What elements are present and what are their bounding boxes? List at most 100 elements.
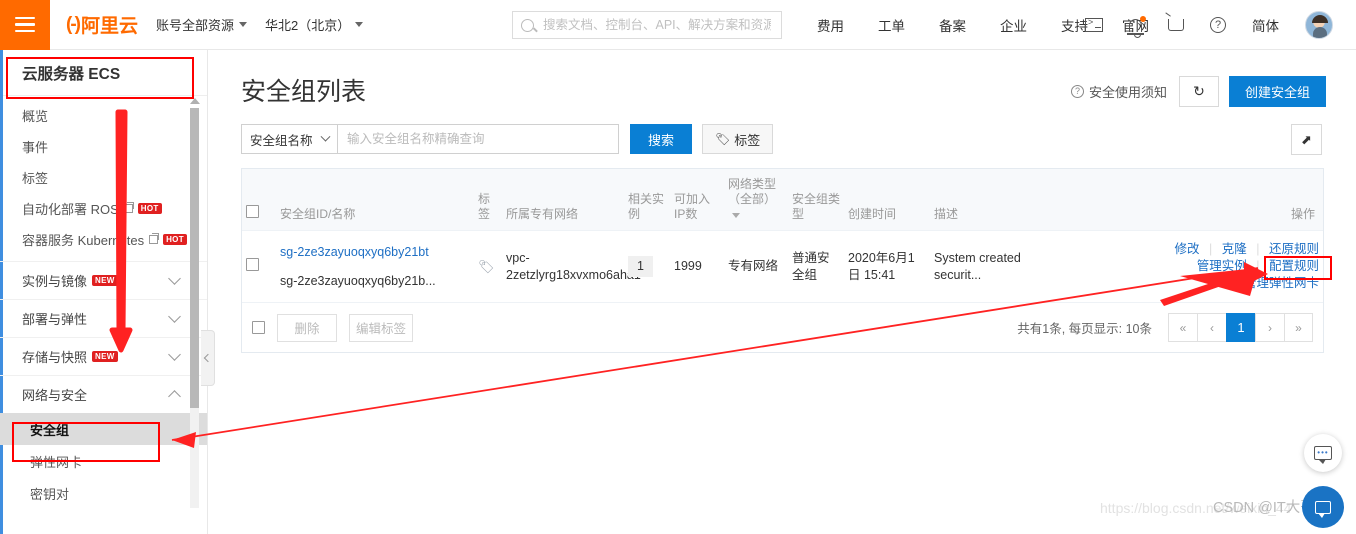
sidebar-group-network-security[interactable]: 网络与安全 [0,375,207,413]
hamburger-menu-icon[interactable] [0,0,50,50]
scroll-up-arrow-icon[interactable] [190,98,200,104]
action-manage-instances[interactable]: 管理实例 [1197,259,1247,273]
security-group-table: 安全组ID/名称 标签 所属专有网络 相关实例 可加入IP数 网络类型（全部） … [242,169,1323,302]
security-usage-hint-link[interactable]: ? 安全使用须知 [1070,82,1167,101]
sidebar-item-security-group[interactable]: 安全组 [0,413,207,445]
left-sidebar: 云服务器 ECS 概览 事件 标签 自动化部署 ROS HOT 容器服务 Kub… [0,50,208,534]
select-all-header [242,169,276,231]
action-restore-rules[interactable]: 还原规则 [1269,242,1319,256]
total-count-text: 共有1条, 每页显示: 10条 [1017,322,1152,336]
sidebar-item-tags[interactable]: 标签 [0,162,207,193]
page-prev-button[interactable]: ‹ [1197,313,1226,342]
cell-tag: 🏷 [474,231,502,303]
sidebar-item-label: 弹性网卡 [30,454,83,470]
row-checkbox[interactable] [246,257,259,271]
cell-description: System created securit... [934,250,1021,282]
sidebar-item-keypair[interactable]: 密钥对 [0,477,207,509]
sidebar-item-label: 安全组 [30,422,70,438]
sg-id-link[interactable]: sg-2ze3zayuoqxyq6by21bt [280,244,470,261]
col-ip-count: 可加入IP数 [670,169,724,231]
col-network-type-label: 网络类型（全部） [728,177,777,206]
cell-sg-id-name: sg-2ze3zayuoqxyq6by21bt sg-2ze3zayuoqxyq… [276,231,474,303]
tag-filter-button[interactable]: 🏷 标签 [702,124,774,154]
sidebar-scrollbar[interactable] [190,98,200,518]
refresh-button[interactable]: ↻ [1178,76,1219,107]
edit-tag-button[interactable]: 编辑标签 [349,313,414,342]
delete-button[interactable]: 删除 [277,313,337,342]
col-vpc: 所属专有网络 [502,169,624,231]
sidebar-item-label: 事件 [22,140,49,155]
external-link-icon [149,233,160,244]
logo-text: 阿里云 [80,16,138,37]
feedback-button[interactable] [1302,486,1344,528]
export-button[interactable]: ⬈ [1291,124,1322,155]
avatar[interactable] [1305,11,1333,39]
filter-type-value: 安全组名称 [250,133,313,148]
divider: | [1256,242,1260,256]
nav-item-icp[interactable]: 备案 [939,15,966,35]
filter-type-select[interactable]: 安全组名称 [241,124,338,154]
col-description: 描述 [930,169,1062,231]
console-terminal-icon[interactable] [1085,17,1103,32]
sidebar-product-title: 云服务器 ECS [0,50,207,96]
select-all-checkbox[interactable] [246,205,259,218]
chevron-down-icon [168,272,181,285]
sidebar-item-events[interactable]: 事件 [0,131,207,162]
top-icon-group: ? 简体 [1072,0,1346,50]
sidebar-group-deploy-elastic[interactable]: 部署与弹性 [0,299,207,337]
nav-item-enterprise[interactable]: 企业 [1000,15,1027,35]
table-header-row: 安全组ID/名称 标签 所属专有网络 相关实例 可加入IP数 网络类型（全部） … [242,169,1323,231]
action-modify[interactable]: 修改 [1175,242,1200,256]
batch-actions: 删除 编辑标签 [252,313,414,342]
feedback-icon [1315,500,1331,518]
instance-count-badge[interactable]: 1 [628,256,653,277]
search-icon [521,18,534,32]
action-clone[interactable]: 克隆 [1222,242,1247,256]
nav-item-fees[interactable]: 费用 [817,15,844,35]
shopping-cart-icon[interactable] [1168,19,1184,31]
aliyun-logo[interactable]: (-) 阿里云 [66,11,138,38]
col-sg-type: 安全组类型 [788,169,844,231]
sidebar-group-instances-images[interactable]: 实例与镜像 NEW [0,261,207,299]
language-switcher[interactable]: 简体 [1252,15,1279,35]
col-network-type[interactable]: 网络类型（全部） [724,169,788,231]
app-root: (-) 阿里云 账号全部资源 华北2（北京） 费用 工单 备案 企业 支持 官网 [0,0,1356,534]
global-search-box[interactable] [512,11,782,39]
chat-support-button[interactable]: ••• [1304,434,1342,472]
divider: | [1256,259,1260,273]
col-instances: 相关实例 [624,169,670,231]
page-first-button[interactable]: « [1168,313,1197,342]
action-configure-rules[interactable]: 配置规则 [1269,259,1319,273]
nav-item-tickets[interactable]: 工单 [878,15,905,35]
page-number-1[interactable]: 1 [1226,313,1255,342]
region-selector[interactable]: 华北2（北京） [265,15,364,34]
sidebar-item-kubernetes[interactable]: 容器服务 Kubernetes HOT [0,224,207,255]
pagination: « ‹ 1 › » [1168,313,1313,342]
sidebar-item-label: 标签 [22,171,49,186]
col-operations: 操作 [1062,169,1323,231]
sidebar-item-ros[interactable]: 自动化部署 ROS HOT [0,193,207,224]
sg-name-text: sg-2ze3zayuoqxyq6by21b... [280,273,436,288]
search-input[interactable] [338,124,619,154]
create-security-group-button[interactable]: 创建安全组 [1228,76,1326,107]
tag-icon[interactable]: 🏷 [478,258,495,275]
cell-vpc: vpc-2zetzlyrg18xvxmo6aha1 [506,250,641,282]
sidebar-group-storage-snapshot[interactable]: 存储与快照 NEW [0,337,207,375]
col-tag: 标签 [474,169,502,231]
scrollbar-thumb[interactable] [190,108,199,408]
help-question-icon[interactable]: ? [1210,17,1226,33]
page-next-button[interactable]: › [1255,313,1284,342]
search-button[interactable]: 搜索 [630,124,692,154]
action-manage-eni[interactable]: 管理弹性网卡 [1244,276,1319,290]
global-search-input[interactable] [541,17,773,33]
sidebar-item-overview[interactable]: 概览 [0,100,207,131]
page-last-button[interactable]: » [1284,313,1313,342]
chevron-up-icon [168,390,181,403]
cell-network-type: 专有网络 [728,259,779,273]
sidebar-item-eni[interactable]: 弹性网卡 [0,445,207,477]
sidebar-collapse-toggle[interactable] [201,330,215,386]
footer-select-all-checkbox[interactable] [252,321,265,334]
bell-notification-icon[interactable] [1127,15,1146,38]
resource-selector[interactable]: 账号全部资源 [156,15,248,34]
new-badge: NEW [92,275,118,286]
